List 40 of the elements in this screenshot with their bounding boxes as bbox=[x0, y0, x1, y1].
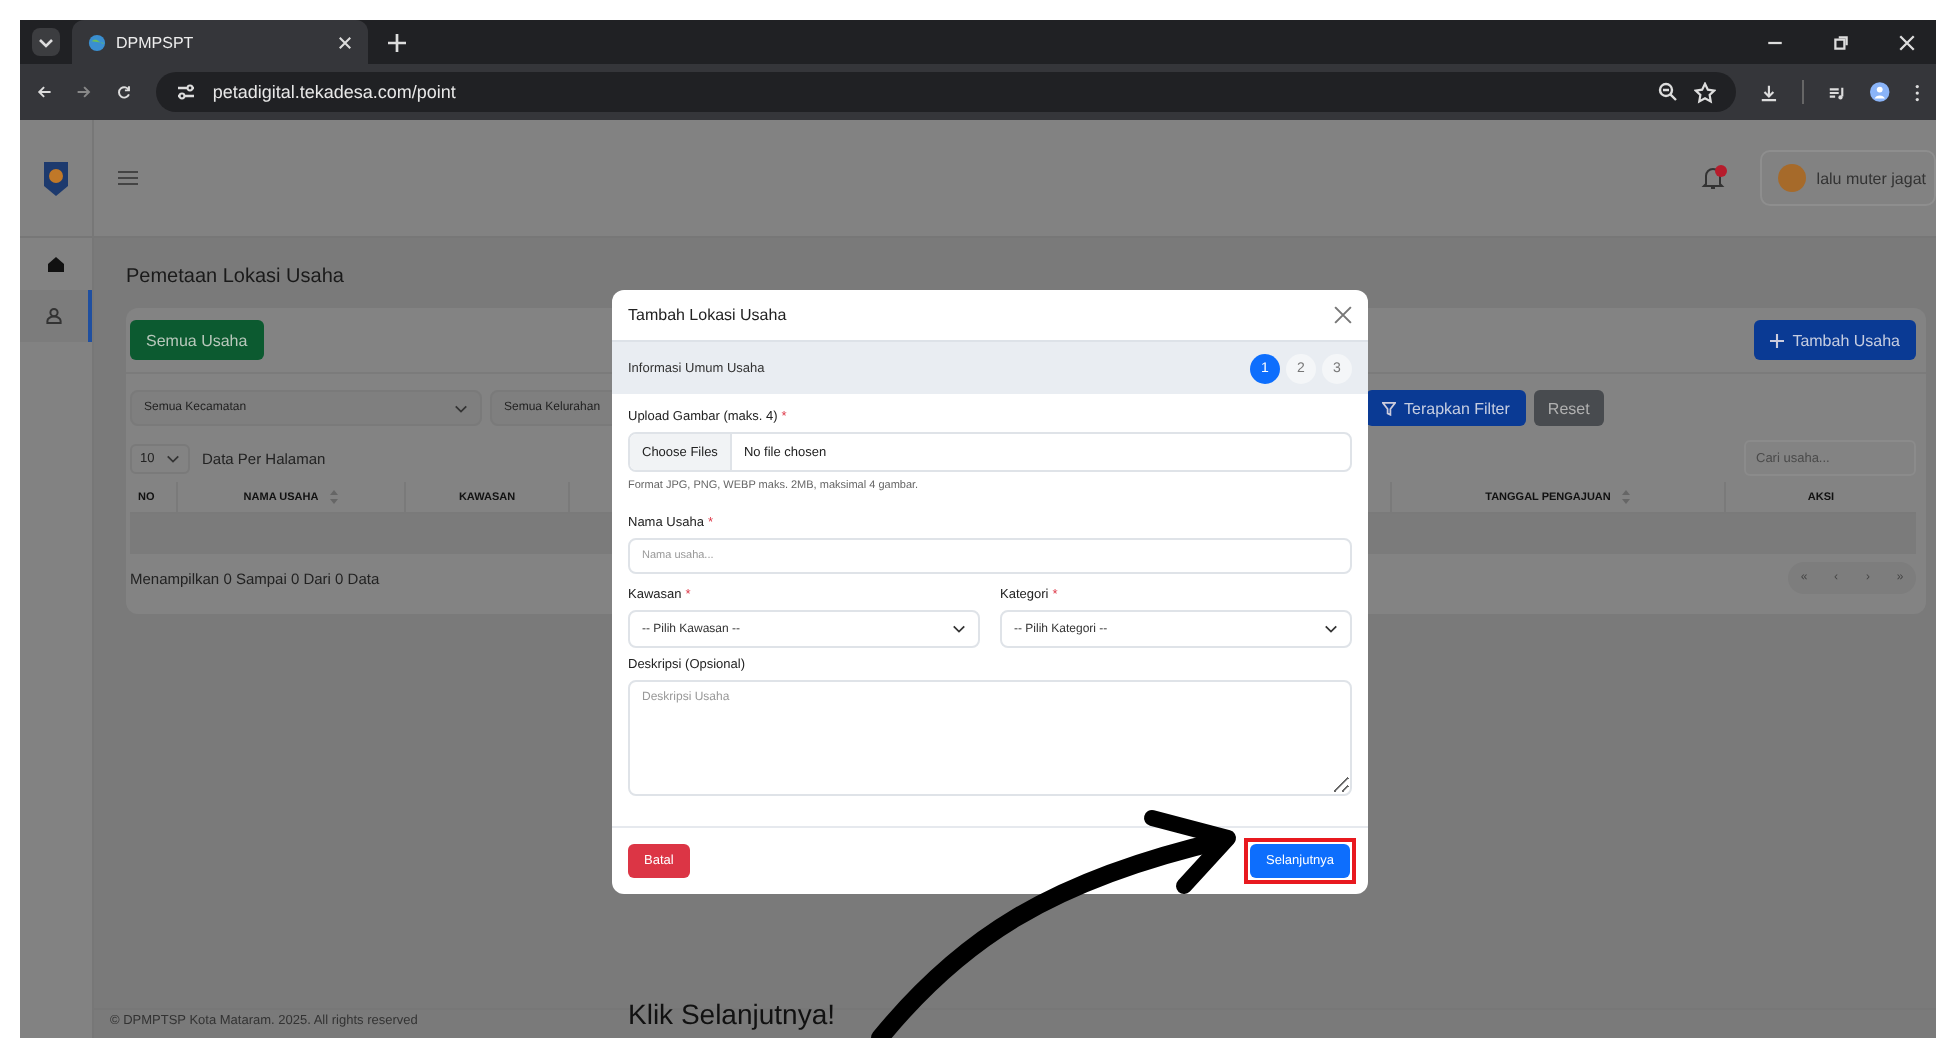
download-icon[interactable] bbox=[1760, 81, 1779, 103]
new-tab-icon[interactable] bbox=[388, 33, 406, 51]
tab-title: DPMPSPT bbox=[116, 33, 196, 51]
user-menu[interactable]: lalu muter jagat bbox=[1760, 150, 1936, 206]
notification-bell-icon[interactable] bbox=[1700, 164, 1729, 192]
tab-list-button[interactable] bbox=[32, 28, 60, 56]
sort-icon bbox=[330, 490, 339, 504]
chevron-icon bbox=[166, 453, 180, 463]
url-text: petadigital.tekadesa.com/point bbox=[212, 82, 456, 102]
page-title: Pemetaan Lokasi Usaha bbox=[126, 266, 346, 288]
forward-icon[interactable] bbox=[76, 82, 93, 102]
add-button[interactable]: Tambah Usaha bbox=[1754, 320, 1916, 360]
user-icon bbox=[46, 308, 62, 324]
chevron-icon bbox=[454, 403, 468, 413]
plus-icon bbox=[1770, 333, 1785, 347]
reload-icon[interactable] bbox=[116, 82, 133, 102]
address-bar[interactable]: petadigital.tekadesa.com/point bbox=[156, 72, 1737, 112]
back-icon[interactable] bbox=[36, 82, 53, 102]
globe-icon bbox=[88, 33, 106, 51]
menu-icon[interactable] bbox=[1913, 81, 1920, 103]
chevron-icon bbox=[38, 34, 54, 50]
annotation-text: Klik Selanjutnya! bbox=[628, 998, 836, 1030]
home-icon bbox=[48, 256, 64, 272]
filter-tab[interactable]: Semua Usaha bbox=[130, 320, 264, 360]
apply-filter-button[interactable]: Terapkan Filter bbox=[1366, 390, 1526, 426]
sidebar-item[interactable] bbox=[20, 290, 92, 342]
zoom-icon[interactable] bbox=[1658, 82, 1679, 102]
restore-icon[interactable] bbox=[1832, 33, 1850, 51]
sort-icon bbox=[1622, 490, 1631, 504]
modal-title: Tambah Lokasi Usaha bbox=[628, 306, 787, 324]
profile-icon[interactable] bbox=[1869, 80, 1890, 104]
browser-tab[interactable]: DPMPSPT bbox=[72, 20, 368, 64]
emblem-icon bbox=[42, 158, 70, 198]
site-settings-icon[interactable] bbox=[176, 82, 197, 102]
chevron-icon bbox=[1324, 624, 1338, 634]
chevron-icon bbox=[952, 624, 966, 634]
bookmark-star-icon[interactable] bbox=[1694, 81, 1717, 103]
reset-button[interactable]: Reset bbox=[1533, 390, 1604, 426]
avatar-icon bbox=[1778, 164, 1807, 192]
filter-icon bbox=[1382, 401, 1396, 415]
